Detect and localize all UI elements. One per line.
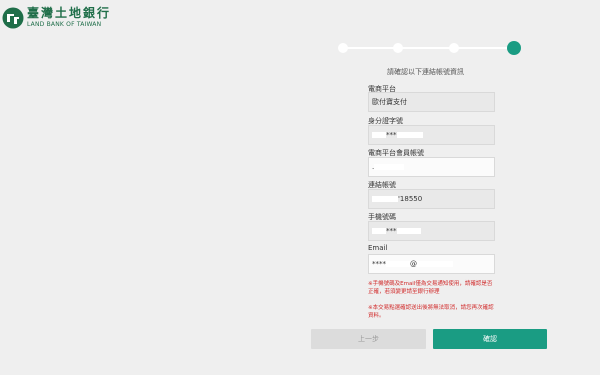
linked-account-mask bbox=[372, 196, 398, 202]
id-number-mask bbox=[372, 132, 386, 138]
confirm-button[interactable]: 確認 bbox=[433, 329, 547, 349]
stepper-line bbox=[341, 47, 513, 49]
confirm-heading: 請確認以下連結帳號資訊 bbox=[387, 68, 464, 76]
notice-no-cancel: ※本交易點選確認送出後將無法取消，請您再次確認資料。 bbox=[368, 305, 494, 319]
mobile-mask bbox=[372, 228, 386, 234]
notice-contact: ※手機號碼及Email僅為交易通知使用，請確認是否正確，若須變更請至銀行辦理 bbox=[368, 281, 493, 295]
platform-value: 歐付寶支付 bbox=[372, 98, 407, 106]
field-label-email: Email bbox=[368, 244, 388, 252]
mobile-value: *** bbox=[386, 227, 397, 235]
progress-stepper bbox=[338, 41, 521, 55]
id-number-field: *** bbox=[368, 125, 495, 145]
id-number-mask-tail bbox=[396, 132, 423, 138]
mobile-field: *** bbox=[368, 221, 495, 241]
linked-account-field: '18550 bbox=[368, 189, 495, 209]
prev-step-button[interactable]: 上一步 bbox=[311, 329, 426, 349]
email-value-at: @ bbox=[410, 260, 417, 268]
member-account-mask bbox=[374, 164, 405, 170]
linked-account-value: '18550 bbox=[398, 195, 423, 203]
email-field: **** @ bbox=[368, 254, 495, 274]
email-value-prefix: **** bbox=[372, 260, 386, 268]
bank-name-en: LAND BANK OF TAIWAN bbox=[27, 21, 102, 28]
bank-logo: 臺灣土地銀行 LAND BANK OF TAIWAN bbox=[2, 7, 111, 29]
step-1 bbox=[338, 43, 348, 53]
member-account-field: . bbox=[368, 157, 495, 177]
step-3 bbox=[449, 43, 459, 53]
land-bank-logo-icon bbox=[2, 7, 24, 29]
mobile-mask-tail bbox=[396, 228, 421, 234]
id-number-value: *** bbox=[386, 131, 397, 139]
platform-field: 歐付寶支付 bbox=[368, 92, 495, 112]
email-mask bbox=[386, 261, 410, 267]
bank-name: 臺灣土地銀行 bbox=[27, 6, 112, 20]
email-domain-mask bbox=[417, 261, 453, 267]
step-2 bbox=[393, 43, 403, 53]
step-4-active bbox=[507, 41, 521, 55]
